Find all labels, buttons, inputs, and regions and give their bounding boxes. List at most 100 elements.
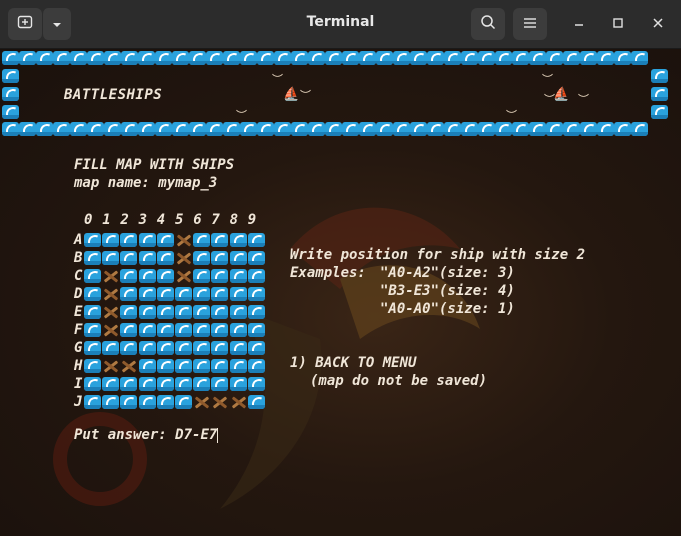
wave-icon [84, 287, 101, 301]
hamburger-menu-button[interactable] [513, 8, 547, 40]
wave-icon [84, 359, 101, 373]
wave-icon [274, 122, 291, 136]
wave-icon [546, 122, 563, 136]
wave-icon [308, 122, 325, 136]
wave-icon [211, 287, 229, 301]
wave-icon [211, 233, 229, 247]
prompt-line: Write position for ship with size 2 [290, 247, 586, 263]
title-bar: Terminal [0, 0, 681, 49]
game-title: BATTLESHIPS [64, 87, 163, 103]
wave-icon [546, 51, 563, 65]
wave-icon [138, 323, 156, 337]
grid-row: D [74, 285, 266, 303]
ship-marker-icon [120, 359, 137, 373]
wave-icon [156, 377, 174, 391]
search-icon [480, 14, 496, 34]
wave-icon [174, 341, 192, 355]
wave-icon [376, 51, 393, 65]
wave-icon [87, 122, 104, 136]
wave-icon [102, 377, 120, 391]
column-label: 0 [84, 212, 93, 228]
text-cursor [217, 427, 219, 443]
wave-icon [393, 51, 410, 65]
search-button[interactable] [471, 8, 505, 40]
wave-icon [211, 359, 229, 373]
wave-icon [631, 122, 648, 136]
close-icon [652, 15, 664, 33]
wave-icon [156, 305, 174, 319]
wave-icon [138, 269, 156, 283]
grid-row: F [74, 321, 266, 339]
ship-marker-icon [102, 323, 119, 337]
hamburger-icon [523, 15, 537, 33]
row-label: A [74, 232, 83, 248]
answer-input[interactable]: D7-E7 [175, 427, 217, 443]
wave-icon [138, 233, 156, 247]
wave-icon [84, 395, 101, 409]
column-label: 6 [193, 212, 202, 228]
terminal-area[interactable]: BATTLESHIPS ︶ ⛵ ︶ ︶ ︶ ︶ ⛵ ︶ ︶ FILL MAP W… [0, 49, 681, 536]
wave-icon [121, 51, 138, 65]
seagull-icon: ︶ [542, 73, 553, 86]
wave-icon [229, 377, 247, 391]
wave-icon [247, 377, 265, 391]
answer-line[interactable]: Put answer: D7-E7 [74, 427, 219, 443]
wave-icon [223, 122, 240, 136]
minimize-button[interactable] [567, 12, 591, 36]
wave-icon [189, 122, 206, 136]
bottom-wave-border [2, 122, 648, 136]
wave-icon [229, 269, 247, 283]
wave-icon [156, 251, 174, 265]
wave-icon [651, 87, 668, 101]
wave-icon [229, 305, 247, 319]
maximize-button[interactable] [606, 12, 630, 36]
ship-marker-icon [102, 287, 119, 301]
row-label: G [74, 340, 83, 356]
wave-icon [174, 305, 192, 319]
column-label: 7 [211, 212, 220, 228]
maximize-icon [612, 15, 624, 33]
wave-icon [247, 233, 265, 247]
seagull-icon: ︶ [300, 89, 311, 102]
column-label: 3 [138, 212, 148, 228]
wave-icon [229, 359, 247, 373]
wave-icon [614, 122, 631, 136]
wave-icon [229, 233, 247, 247]
row-label: J [74, 394, 83, 410]
sailboat-icon: ⛵ [553, 87, 570, 102]
wave-icon [156, 287, 174, 301]
wave-icon [174, 377, 192, 391]
wave-icon [138, 287, 156, 301]
wave-icon [229, 251, 247, 265]
wave-icon [342, 51, 359, 65]
column-label: 9 [247, 212, 257, 228]
wave-icon [120, 251, 138, 265]
wave-icon [174, 323, 192, 337]
wave-icon [36, 51, 53, 65]
wave-icon [174, 395, 192, 409]
row-label: B [74, 250, 83, 266]
wave-icon [121, 122, 138, 136]
grid-row: G [74, 339, 266, 357]
wave-icon [512, 122, 529, 136]
wave-icon [651, 69, 668, 83]
wave-icon [478, 51, 495, 65]
seagull-icon: ︶ [272, 73, 283, 86]
wave-icon [2, 122, 19, 136]
wave-icon [193, 359, 211, 373]
wave-icon [325, 51, 342, 65]
top-wave-border [2, 51, 648, 65]
wave-icon [87, 51, 104, 65]
wave-icon [70, 51, 87, 65]
wave-icon [427, 51, 444, 65]
wave-icon [19, 122, 36, 136]
examples-label: Examples: [290, 265, 375, 281]
wave-icon [512, 51, 529, 65]
wave-icon [563, 51, 580, 65]
wave-icon [193, 233, 211, 247]
wave-icon [193, 287, 211, 301]
wave-icon [206, 122, 223, 136]
close-button[interactable] [646, 12, 670, 36]
wave-icon [193, 269, 211, 283]
wave-icon [563, 122, 580, 136]
